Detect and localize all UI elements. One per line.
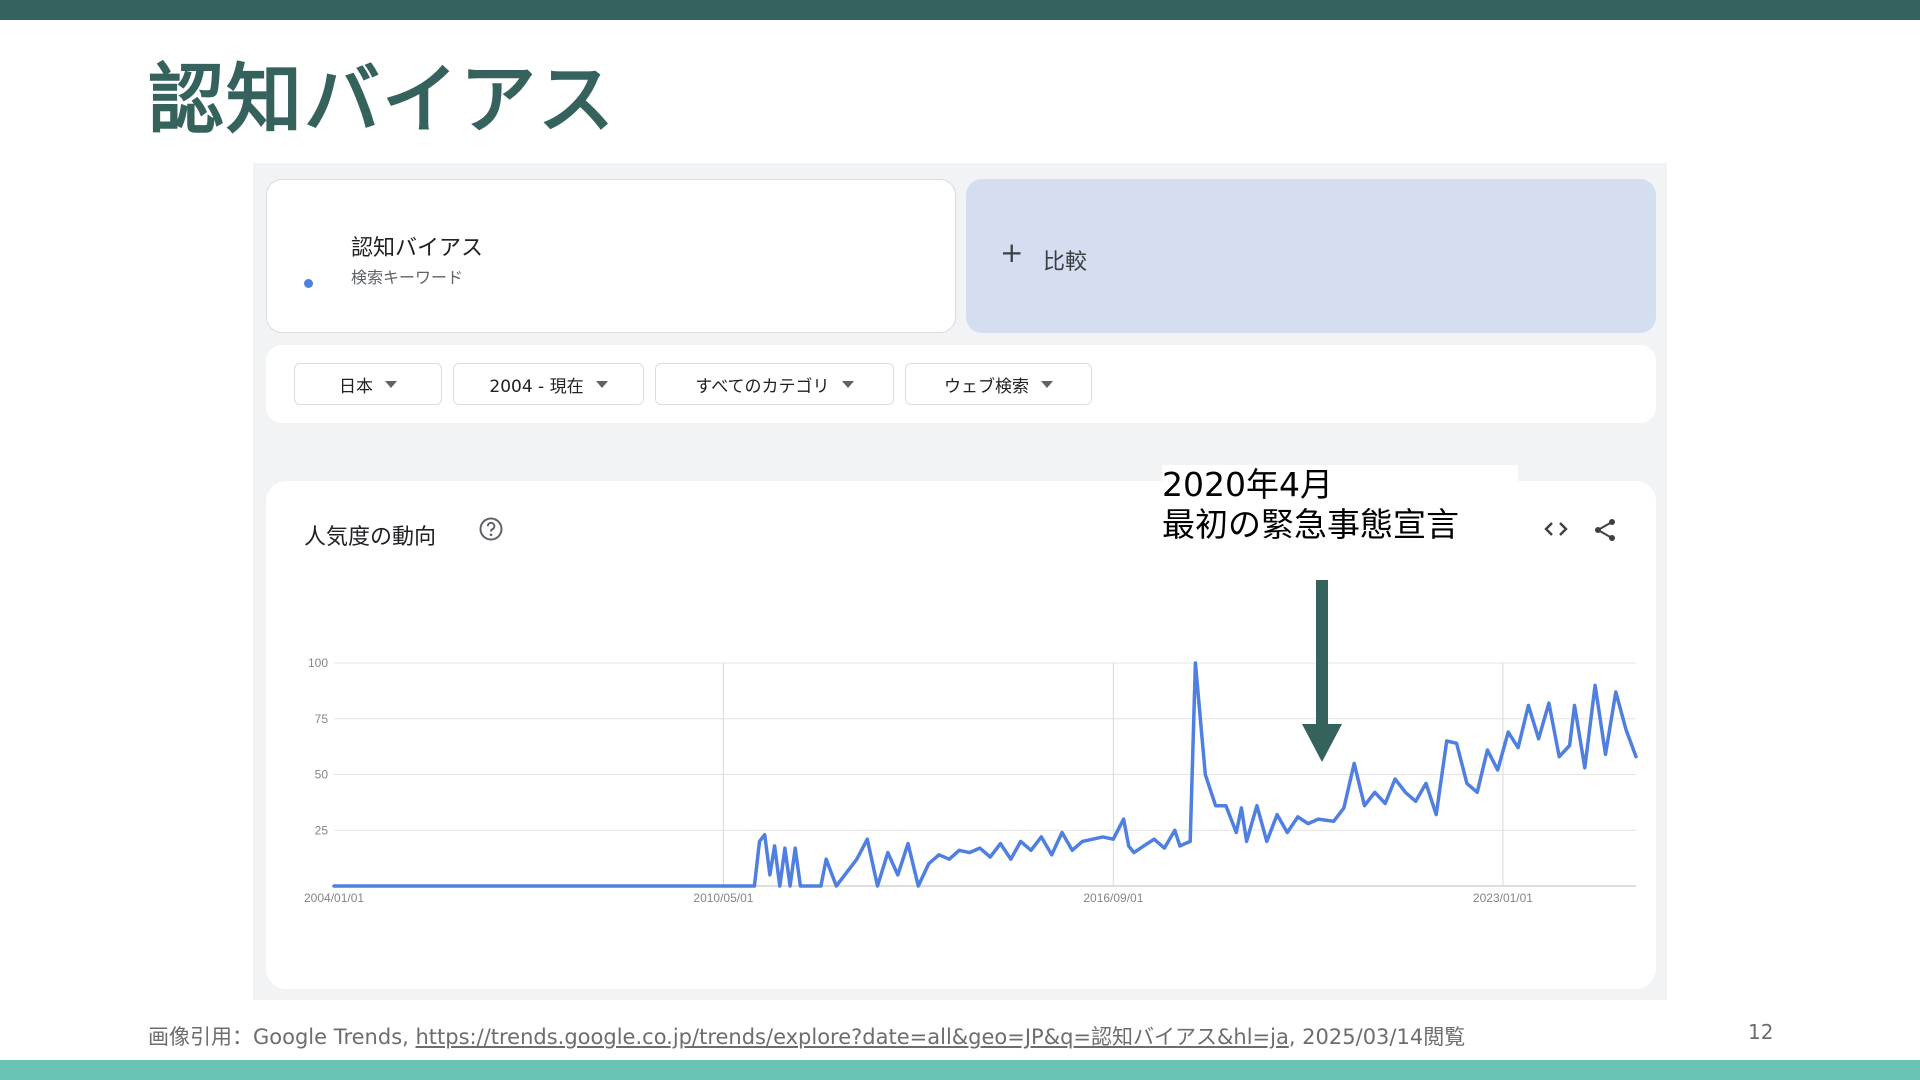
x-tick-label: 2004/01/01 bbox=[304, 891, 364, 905]
caret-down-icon bbox=[841, 380, 854, 388]
search-term-name: 認知バイアス bbox=[351, 236, 484, 261]
plus-icon: + bbox=[1000, 236, 1024, 269]
filter-period-label: 2004 - 現在 bbox=[489, 376, 584, 397]
compare-label: 比較 bbox=[1043, 250, 1088, 275]
caret-down-icon bbox=[1041, 380, 1053, 388]
top-accent-bar bbox=[0, 0, 1920, 20]
filter-region-dropdown[interactable]: 日本 bbox=[294, 363, 442, 405]
google-trends-screenshot: 認知バイアス 検索キーワード + 比較 日本 2004 - 現在 すべてのカテゴ… bbox=[253, 163, 1667, 1000]
filter-bar: 日本 2004 - 現在 すべてのカテゴリ ウェブ検索 bbox=[266, 345, 1656, 423]
source-link[interactable]: https://trends.google.co.jp/trends/explo… bbox=[416, 1025, 1289, 1049]
x-tick-label: 2016/09/01 bbox=[1083, 891, 1143, 905]
slide-title: 認知バイアス bbox=[148, 55, 616, 144]
annotation-callout: 2020年4月 最初の緊急事態宣言 bbox=[1162, 465, 1518, 560]
bottom-accent-bar bbox=[0, 1060, 1920, 1080]
page-number: 12 bbox=[1748, 1020, 1774, 1044]
search-term-sublabel: 検索キーワード bbox=[351, 268, 464, 287]
search-term-card[interactable]: 認知バイアス 検索キーワード bbox=[266, 179, 956, 333]
filter-region-label: 日本 bbox=[339, 376, 373, 397]
x-tick-label: 2023/01/01 bbox=[1473, 891, 1533, 905]
filter-period-dropdown[interactable]: 2004 - 現在 bbox=[453, 363, 644, 405]
source-caption: 画像引用：Google Trends, https://trends.googl… bbox=[148, 1021, 1465, 1051]
x-tick-label: 2010/05/01 bbox=[693, 891, 753, 905]
annotation-arrow-icon bbox=[1302, 580, 1342, 762]
caption-suffix: , 2025/03/14閲覧 bbox=[1288, 1025, 1466, 1049]
y-tick-label: 75 bbox=[315, 712, 329, 726]
y-tick-label: 50 bbox=[315, 768, 329, 782]
filter-category-label: すべてのカテゴリ bbox=[695, 376, 830, 397]
caption-prefix: 画像引用：Google Trends, bbox=[148, 1025, 416, 1049]
y-tick-label: 100 bbox=[308, 656, 328, 670]
caret-down-icon bbox=[385, 380, 397, 388]
y-tick-label: 25 bbox=[315, 823, 329, 837]
filter-category-dropdown[interactable]: すべてのカテゴリ bbox=[655, 363, 894, 405]
filter-search-type-label: ウェブ検索 bbox=[944, 376, 1029, 397]
series-dot-icon bbox=[304, 279, 313, 288]
caret-down-icon bbox=[595, 380, 608, 388]
annotation-event: 最初の緊急事態宣言 bbox=[1162, 505, 1459, 544]
compare-button[interactable]: + 比較 bbox=[966, 179, 1656, 333]
filter-search-type-dropdown[interactable]: ウェブ検索 bbox=[905, 363, 1092, 405]
annotation-date: 2020年4月 bbox=[1162, 465, 1333, 504]
